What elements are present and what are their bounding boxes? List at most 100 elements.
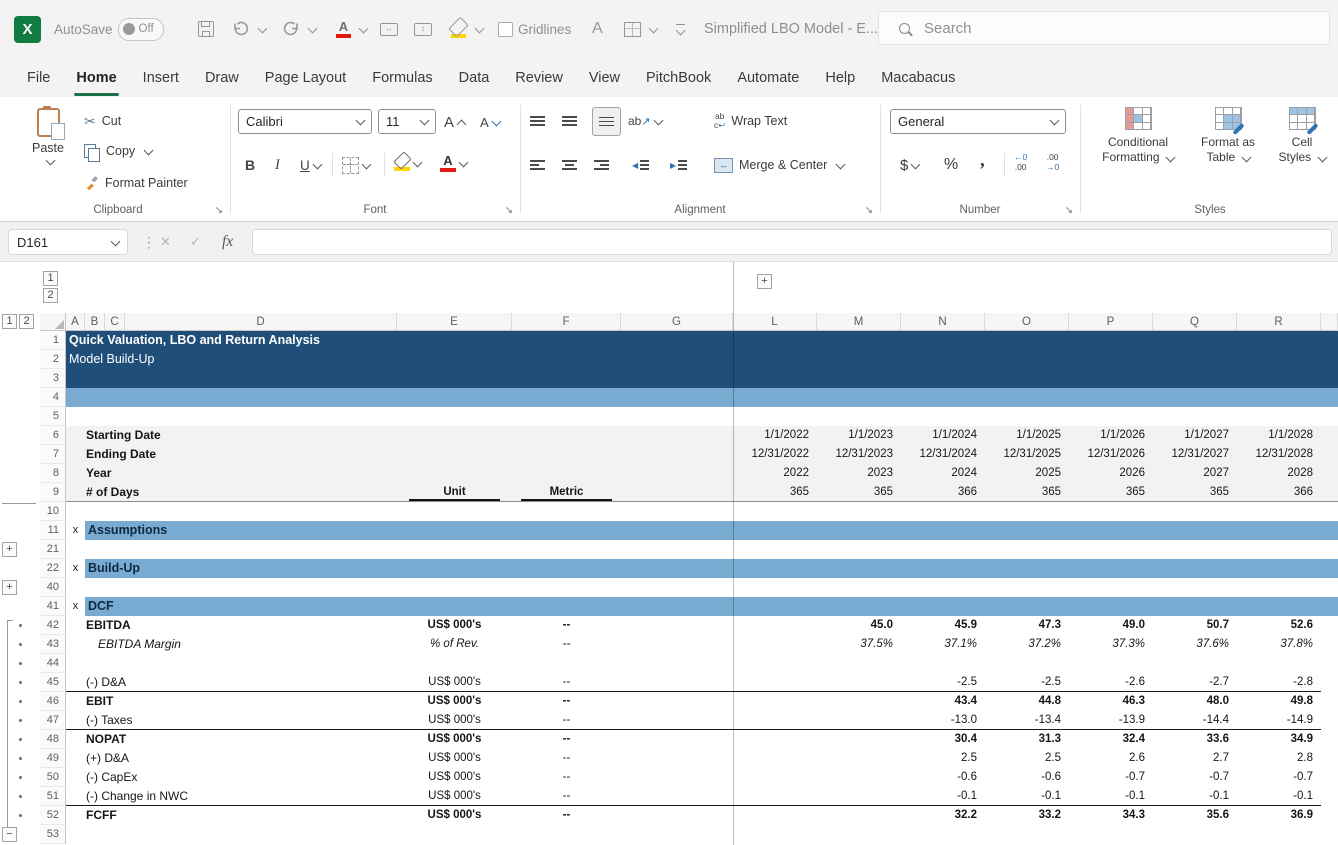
row-header-52[interactable]: 52 (40, 806, 66, 825)
format-painter-button[interactable]: Format Painter (84, 171, 188, 195)
font-color-button[interactable]: A (440, 151, 467, 175)
column-collapse-button[interactable]: + (757, 274, 772, 289)
cell-p52[interactable]: 34.3 (1069, 806, 1145, 825)
cell-n51[interactable]: -0.1 (901, 787, 977, 806)
cell-o46[interactable]: 44.8 (985, 692, 1061, 711)
cell-q47[interactable]: -14.4 (1153, 711, 1229, 730)
cell-q51[interactable]: -0.1 (1153, 787, 1229, 806)
cell-p6[interactable]: 1/1/2026 (1069, 426, 1145, 445)
column-header-g[interactable]: G (621, 313, 733, 331)
cell-r8[interactable]: 2028 (1237, 464, 1313, 483)
row-header-45[interactable]: 45 (40, 673, 66, 692)
top-align-button[interactable] (530, 109, 545, 133)
paste-button[interactable]: Paste (22, 105, 74, 193)
cell-l8[interactable]: 2022 (733, 464, 809, 483)
cell-f50[interactable]: -- (512, 768, 621, 787)
select-all-corner[interactable] (40, 313, 66, 331)
cell-f43[interactable]: -- (512, 635, 621, 654)
cell-m7[interactable]: 12/31/2023 (817, 445, 893, 464)
cell-e51[interactable]: US$ 000's (397, 787, 512, 806)
format-as-table-button[interactable]: Format asTable (1190, 107, 1266, 165)
cell-o52[interactable]: 33.2 (985, 806, 1061, 825)
cell-r48[interactable]: 34.9 (1237, 730, 1313, 749)
tab-pitchbook[interactable]: PitchBook (633, 58, 724, 97)
row-header-41[interactable]: 41 (40, 597, 66, 616)
row-header-22[interactable]: 22 (40, 559, 66, 578)
cell-a41[interactable]: x (66, 597, 85, 616)
conditional-formatting-button[interactable]: ConditionalFormatting (1092, 107, 1184, 165)
row-header-4[interactable]: 4 (40, 388, 66, 407)
column-header-n[interactable]: N (901, 313, 985, 331)
column-width-button[interactable]: ↔ (380, 0, 398, 58)
cell-b47[interactable]: (-) Taxes (86, 711, 376, 730)
cell-e47[interactable]: US$ 000's (397, 711, 512, 730)
alignment-dialog-launcher[interactable]: ↘ (865, 205, 873, 216)
cell-e43[interactable]: % of Rev. (397, 635, 512, 654)
tab-automate[interactable]: Automate (724, 58, 812, 97)
column-outline-level-1-button[interactable]: 1 (43, 271, 58, 286)
increase-decimal-button[interactable]: ←0.00 (1014, 151, 1027, 175)
row-header-51[interactable]: 51 (40, 787, 66, 806)
cell-f45[interactable]: -- (512, 673, 621, 692)
cell-b45[interactable]: (-) D&A (86, 673, 376, 692)
quick-font-color-button[interactable]: A (336, 0, 367, 58)
cell-n8[interactable]: 2024 (901, 464, 977, 483)
row-header-48[interactable]: 48 (40, 730, 66, 749)
cut-button[interactable]: ✂ Cut (84, 109, 121, 133)
cell-e45[interactable]: US$ 000's (397, 673, 512, 692)
row-header-46[interactable]: 46 (40, 692, 66, 711)
bottom-align-button[interactable] (592, 107, 621, 136)
formula-input[interactable] (252, 229, 1332, 255)
enter-button[interactable]: ✓ (190, 229, 201, 255)
tab-file[interactable]: File (14, 58, 63, 97)
row-header-53[interactable]: 53 (40, 825, 66, 844)
cell-q8[interactable]: 2027 (1153, 464, 1229, 483)
cell-b50[interactable]: (-) CapEx (86, 768, 376, 787)
tab-formulas[interactable]: Formulas (359, 58, 445, 97)
row-4-fill[interactable] (66, 388, 1338, 407)
cell-b49[interactable]: (+) D&A (86, 749, 376, 768)
cell-l7[interactable]: 12/31/2022 (733, 445, 809, 464)
italic-button[interactable]: I (275, 153, 280, 177)
cell-o50[interactable]: -0.6 (985, 768, 1061, 787)
search-input[interactable] (922, 19, 1226, 38)
row-header-40[interactable]: 40 (40, 578, 66, 597)
cell-m9[interactable]: 365 (817, 483, 893, 502)
font-size-select[interactable]: 11 (378, 109, 436, 134)
column-header-partial[interactable] (1321, 313, 1338, 331)
row-header-44[interactable]: 44 (40, 654, 66, 673)
cell-p47[interactable]: -13.9 (1069, 711, 1145, 730)
cell-p45[interactable]: -2.6 (1069, 673, 1145, 692)
cell-b42[interactable]: EBITDA (86, 616, 376, 635)
cell-e46[interactable]: US$ 000's (397, 692, 512, 711)
row-outline-level-1-button[interactable]: 1 (2, 314, 17, 329)
cell-r49[interactable]: 2.8 (1237, 749, 1313, 768)
percent-style-button[interactable]: % (944, 153, 958, 177)
cell-f46[interactable]: -- (512, 692, 621, 711)
row-header-3[interactable]: 3 (40, 369, 66, 388)
row-header-49[interactable]: 49 (40, 749, 66, 768)
cell-b8[interactable]: Year (86, 464, 376, 483)
cell-o9[interactable]: 365 (985, 483, 1061, 502)
cell-b52[interactable]: FCFF (86, 806, 376, 825)
column-header-f[interactable]: F (512, 313, 621, 331)
cell-q43[interactable]: 37.6% (1153, 635, 1229, 654)
cell-l6[interactable]: 1/1/2022 (733, 426, 809, 445)
accounting-format-button[interactable]: $ (900, 153, 919, 177)
cell-r43[interactable]: 37.8% (1237, 635, 1313, 654)
orientation-button[interactable]: ab↗ (628, 109, 662, 133)
quick-fill-color-button[interactable] (450, 0, 483, 58)
column-header-l[interactable]: L (733, 313, 817, 331)
cell-e42[interactable]: US$ 000's (397, 616, 512, 635)
underline-button[interactable]: U (300, 153, 321, 177)
bold-button[interactable]: B (245, 153, 255, 177)
cell-m43[interactable]: 37.5% (817, 635, 893, 654)
cell-f48[interactable]: -- (512, 730, 621, 749)
column-outline-level-2-button[interactable]: 2 (43, 288, 58, 303)
cell-e52[interactable]: US$ 000's (397, 806, 512, 825)
cell-m42[interactable]: 45.0 (817, 616, 893, 635)
cell-r9[interactable]: 366 (1237, 483, 1313, 502)
cell-p49[interactable]: 2.6 (1069, 749, 1145, 768)
cell-p7[interactable]: 12/31/2026 (1069, 445, 1145, 464)
cell-b46[interactable]: EBIT (86, 692, 376, 711)
